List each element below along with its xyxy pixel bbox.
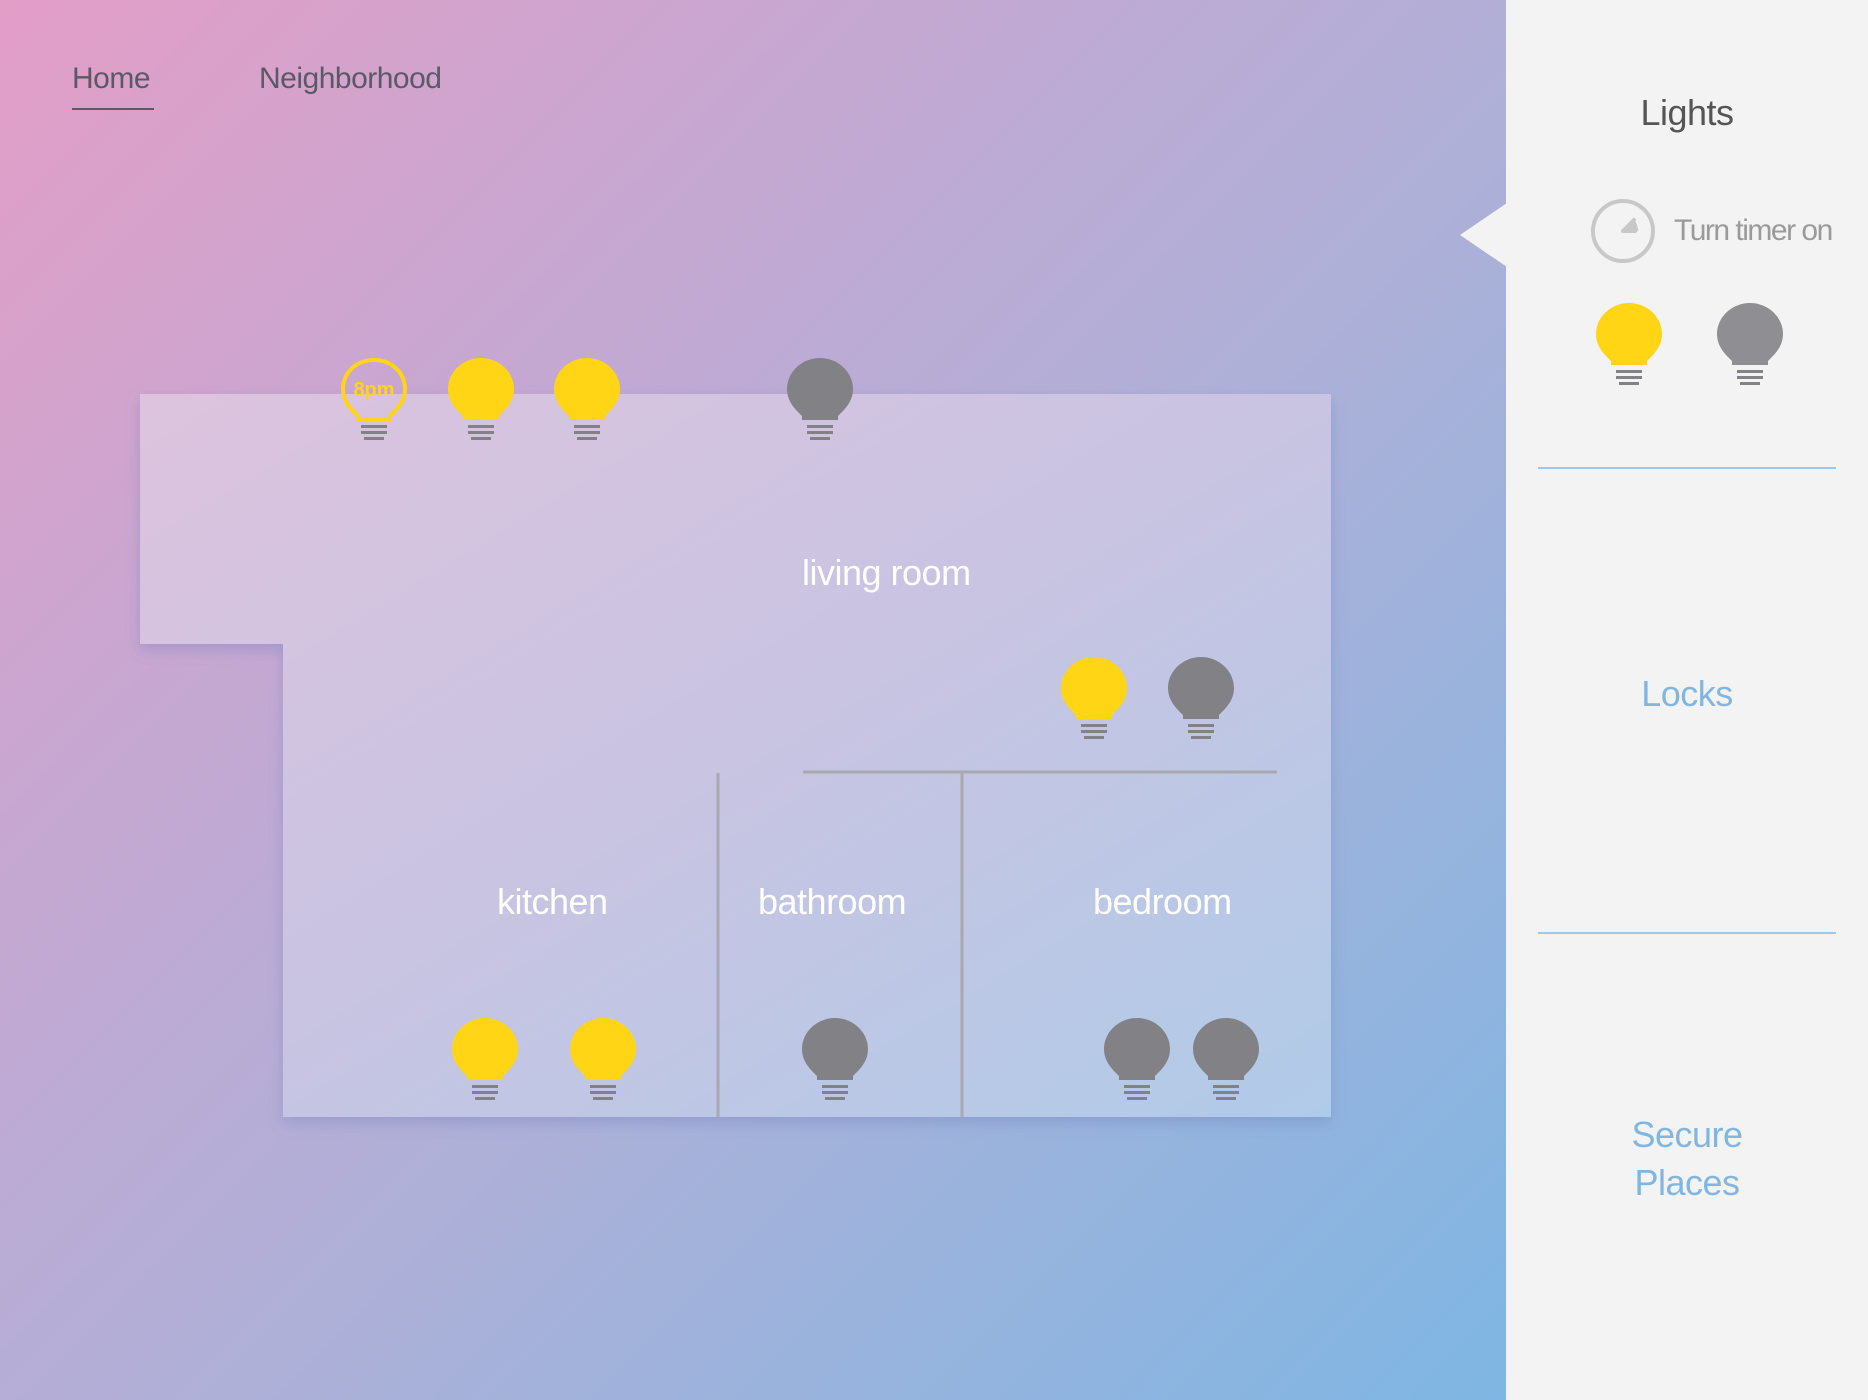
- locks-link[interactable]: Locks: [1506, 670, 1868, 718]
- bulb-timer-text: 8pm: [353, 379, 394, 401]
- panel-pointer: [1460, 203, 1507, 267]
- panel-title: Lights: [1640, 92, 1734, 133]
- bulb-on-icon[interactable]: [450, 1016, 520, 1106]
- secure-places-link[interactable]: Secure Places: [1506, 1111, 1868, 1207]
- timer-clock-icon: [1591, 199, 1655, 263]
- control-panel: Lights Turn timer on Locks Secure Places: [1506, 0, 1868, 1400]
- panel-divider: [1538, 932, 1836, 934]
- bulb-off-icon[interactable]: [1102, 1016, 1172, 1106]
- timer-toggle[interactable]: Turn timer on: [1590, 198, 1833, 264]
- room-label-bedroom: bedroom: [1093, 881, 1232, 922]
- bulb-off-icon[interactable]: [1166, 655, 1236, 745]
- bulb-timer-icon[interactable]: 8pm: [339, 356, 409, 446]
- all-lights-on-icon[interactable]: [1594, 301, 1664, 391]
- bulb-on-icon[interactable]: [568, 1016, 638, 1106]
- secure-places-line-2: Places: [1634, 1162, 1740, 1203]
- secure-places-line-1: Secure: [1631, 1114, 1743, 1155]
- bulb-off-icon[interactable]: [1191, 1016, 1261, 1106]
- bulb-on-icon[interactable]: [446, 356, 516, 446]
- floor-outline: [140, 394, 1331, 1117]
- bulb-on-icon[interactable]: [552, 356, 622, 446]
- app-canvas: Home Neighborhood living room kitchen ba…: [0, 0, 1868, 1400]
- bulb-off-icon[interactable]: [785, 356, 855, 446]
- room-label-bathroom: bathroom: [758, 881, 907, 922]
- room-label-living-room: living room: [802, 552, 971, 593]
- all-lights-off-icon[interactable]: [1715, 301, 1785, 391]
- timer-label: Turn timer on: [1674, 214, 1833, 247]
- bulb-off-icon[interactable]: [800, 1016, 870, 1106]
- panel-divider: [1538, 467, 1836, 469]
- bulb-on-icon[interactable]: [1059, 655, 1129, 745]
- room-label-kitchen: kitchen: [497, 881, 608, 922]
